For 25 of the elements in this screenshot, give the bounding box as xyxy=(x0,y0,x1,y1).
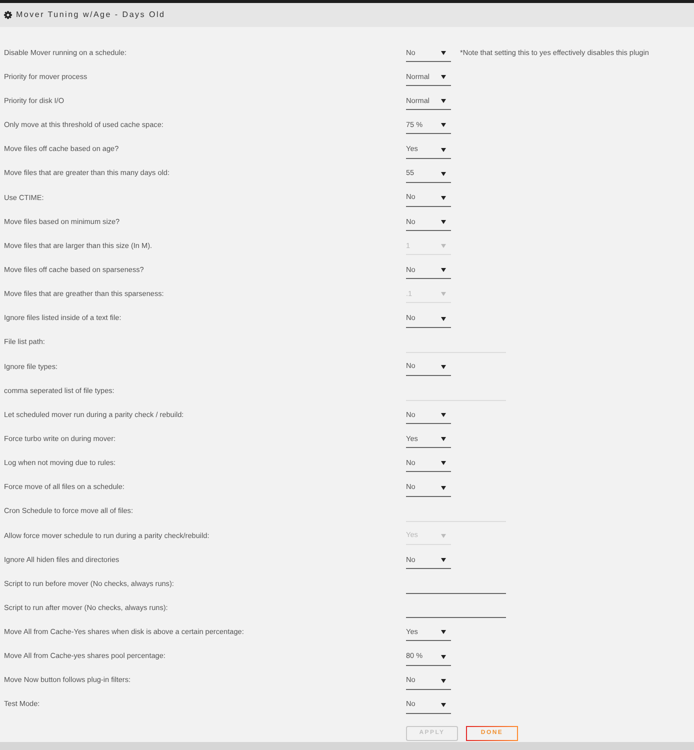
caret-icon xyxy=(441,75,446,80)
caret-icon xyxy=(441,244,446,248)
caret-icon xyxy=(441,534,446,538)
caret-icon xyxy=(441,123,446,128)
caret-icon xyxy=(441,148,446,152)
caret-icon xyxy=(441,51,446,56)
caret-icon xyxy=(441,654,446,659)
caret-icon xyxy=(441,461,446,466)
caret-icon xyxy=(441,196,446,200)
caret-icon xyxy=(441,630,446,634)
caret-icon xyxy=(441,558,446,562)
caret-icon xyxy=(441,99,446,104)
caret-icon xyxy=(441,172,446,176)
caret-icon xyxy=(441,364,446,369)
caret-icon xyxy=(441,702,446,707)
caret-icon xyxy=(441,220,446,224)
gear-icon xyxy=(4,11,12,19)
caret-icon xyxy=(441,268,446,272)
panel-title: Mover Tuning w/Age - Days Old xyxy=(16,11,166,19)
caret-icon xyxy=(441,437,446,442)
caret-icon xyxy=(441,316,446,321)
caret-icon xyxy=(441,486,446,490)
caret-icon xyxy=(441,292,446,296)
caret-icon xyxy=(441,678,446,683)
caret-icon xyxy=(441,413,446,418)
